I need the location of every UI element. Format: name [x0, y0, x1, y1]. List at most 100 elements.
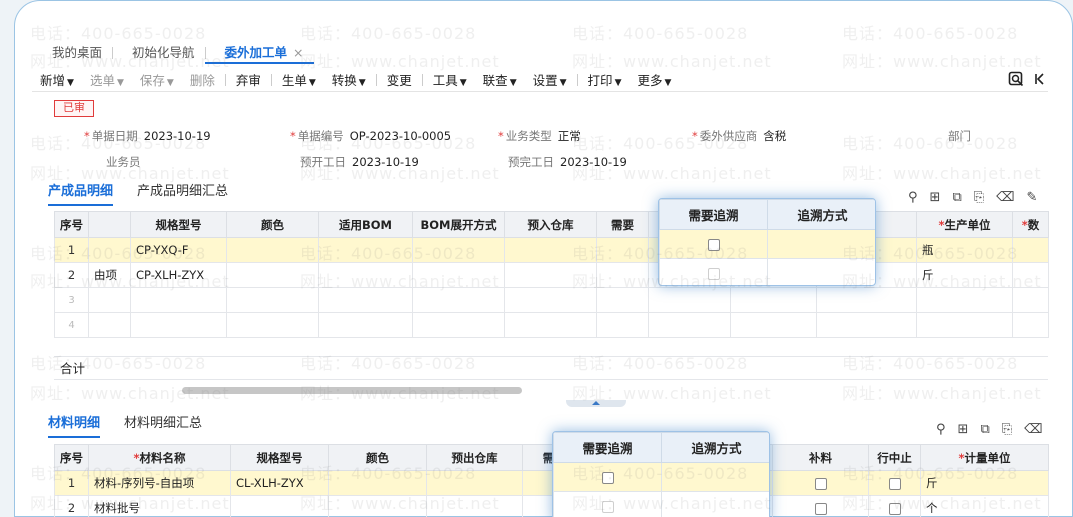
- table-row[interactable]: 3: [54, 287, 1049, 313]
- print-button[interactable]: 打印 ▼: [580, 70, 630, 89]
- close-icon[interactable]: ×: [293, 45, 303, 60]
- cell[interactable]: [426, 495, 523, 517]
- need-trace-checkbox[interactable]: [601, 471, 614, 484]
- cell[interactable]: [730, 312, 817, 338]
- save-button[interactable]: 保存 ▼: [132, 70, 182, 89]
- trace-method-cell[interactable]: [767, 229, 875, 259]
- cell[interactable]: [412, 262, 505, 288]
- cell[interactable]: [318, 312, 413, 338]
- clear-icon[interactable]: ⌫: [996, 190, 1014, 205]
- cell[interactable]: [596, 237, 649, 263]
- horizontal-scrollbar[interactable]: [182, 387, 522, 394]
- plan-start-field[interactable]: 预开工日 2023-10-19: [300, 154, 419, 170]
- supplier-field[interactable]: * 委外供应商 含税: [692, 128, 786, 144]
- row-stop-checkbox[interactable]: [888, 477, 901, 490]
- insert-row-icon[interactable]: ⊞: [930, 190, 941, 205]
- table-row[interactable]: 1 CP-YXQ-F 瓶: [54, 237, 1049, 263]
- row-stop-checkbox[interactable]: [888, 502, 901, 515]
- tab-material-summary[interactable]: 材料明细汇总: [124, 412, 202, 438]
- first-page-icon[interactable]: [1034, 71, 1044, 91]
- cell-unit[interactable]: 斤: [920, 470, 1049, 496]
- doc-no-field[interactable]: * 单据编号 OP-2023-10-0005: [290, 128, 451, 144]
- cell-spec[interactable]: CL-XLH-ZYX: [230, 470, 329, 496]
- paste-row-icon[interactable]: ⎘: [974, 190, 984, 205]
- tab-product-summary[interactable]: 产成品明细汇总: [137, 180, 228, 206]
- tab-init-guide[interactable]: 初始化导航: [112, 42, 205, 64]
- cell[interactable]: [412, 312, 505, 338]
- cell[interactable]: [328, 495, 427, 517]
- cell[interactable]: [1012, 312, 1049, 338]
- cell[interactable]: [88, 287, 131, 313]
- copy-row-icon[interactable]: ⧉: [980, 422, 989, 437]
- trace-method-cell[interactable]: [767, 258, 875, 285]
- clear-icon[interactable]: ⌫: [1024, 422, 1042, 437]
- generate-doc-button[interactable]: 生单 ▼: [274, 70, 324, 89]
- table-row[interactable]: 2 由项 CP-XLH-ZYX 斤: [54, 262, 1049, 288]
- search-doc-icon[interactable]: [1008, 71, 1024, 91]
- copy-row-icon[interactable]: ⧉: [952, 190, 961, 205]
- tab-material-detail[interactable]: 材料明细: [48, 412, 101, 438]
- select-doc-button[interactable]: 选单 ▼: [82, 70, 132, 89]
- cell-unit[interactable]: 瓶: [916, 237, 1013, 263]
- cell[interactable]: [916, 287, 1013, 313]
- biz-type-field[interactable]: * 业务类型 正常: [498, 128, 581, 144]
- cell[interactable]: [426, 470, 523, 496]
- cell[interactable]: [504, 287, 597, 313]
- cell[interactable]: [816, 312, 917, 338]
- cell[interactable]: [226, 287, 319, 313]
- cell-material-name[interactable]: 材料-序列号-自由项: [88, 470, 231, 496]
- dept-field[interactable]: 部门: [948, 128, 977, 144]
- cell[interactable]: [730, 287, 817, 313]
- cell[interactable]: [916, 312, 1013, 338]
- more-button[interactable]: 更多 ▼: [629, 70, 679, 89]
- cell[interactable]: [318, 287, 413, 313]
- trace-row[interactable]: [659, 258, 875, 285]
- supplement-checkbox[interactable]: [814, 502, 827, 515]
- tools-button[interactable]: 工具 ▼: [425, 70, 475, 89]
- cell[interactable]: [226, 237, 319, 263]
- linked-query-button[interactable]: 联查 ▼: [475, 70, 525, 89]
- location-icon[interactable]: ⚲: [936, 422, 946, 437]
- table-row[interactable]: 4: [54, 312, 1049, 338]
- cell[interactable]: [1012, 237, 1049, 263]
- cell-material-name[interactable]: 材料批号: [88, 495, 231, 517]
- settings-button[interactable]: 设置 ▼: [525, 70, 575, 89]
- trace-row[interactable]: [553, 491, 769, 517]
- cell-spec[interactable]: CP-XLH-ZYX: [130, 262, 227, 288]
- cell[interactable]: [504, 312, 597, 338]
- cell[interactable]: [412, 287, 505, 313]
- cell-unit[interactable]: 个: [920, 495, 1049, 517]
- cell[interactable]: [88, 312, 131, 338]
- change-button[interactable]: 变更: [379, 70, 420, 89]
- cell[interactable]: [318, 262, 413, 288]
- need-trace-checkbox[interactable]: [707, 267, 720, 280]
- cell[interactable]: [226, 312, 319, 338]
- cell[interactable]: [1012, 262, 1049, 288]
- delete-button[interactable]: 删除: [182, 70, 223, 89]
- plan-end-field[interactable]: 预完工日 2023-10-19: [508, 154, 627, 170]
- cell[interactable]: [648, 287, 731, 313]
- cell[interactable]: [504, 262, 597, 288]
- cell[interactable]: [596, 262, 649, 288]
- trace-method-cell[interactable]: [661, 491, 769, 517]
- cell[interactable]: [226, 262, 319, 288]
- convert-button[interactable]: 转换 ▼: [324, 70, 374, 89]
- cell[interactable]: [130, 312, 227, 338]
- doc-date-field[interactable]: * 单据日期 2023-10-19: [84, 128, 211, 144]
- trace-row[interactable]: [659, 229, 875, 259]
- cell-spec[interactable]: CP-YXQ-F: [130, 237, 227, 263]
- need-trace-checkbox[interactable]: [601, 500, 614, 513]
- cell[interactable]: [130, 287, 227, 313]
- cell[interactable]: [318, 237, 413, 263]
- collapse-toggle[interactable]: [566, 400, 626, 407]
- tab-outsourcing-order[interactable]: 委外加工单 ×: [204, 42, 314, 64]
- cell-name[interactable]: 由项: [88, 262, 131, 288]
- insert-row-icon[interactable]: ⊞: [958, 422, 969, 437]
- cell[interactable]: [1012, 287, 1049, 313]
- new-button[interactable]: 新增 ▼: [32, 70, 82, 89]
- salesman-field[interactable]: 业务员: [106, 154, 147, 170]
- edit-icon[interactable]: ✎: [1027, 190, 1038, 205]
- trace-method-cell[interactable]: [661, 462, 769, 492]
- cell[interactable]: [596, 287, 649, 313]
- cell[interactable]: [596, 312, 649, 338]
